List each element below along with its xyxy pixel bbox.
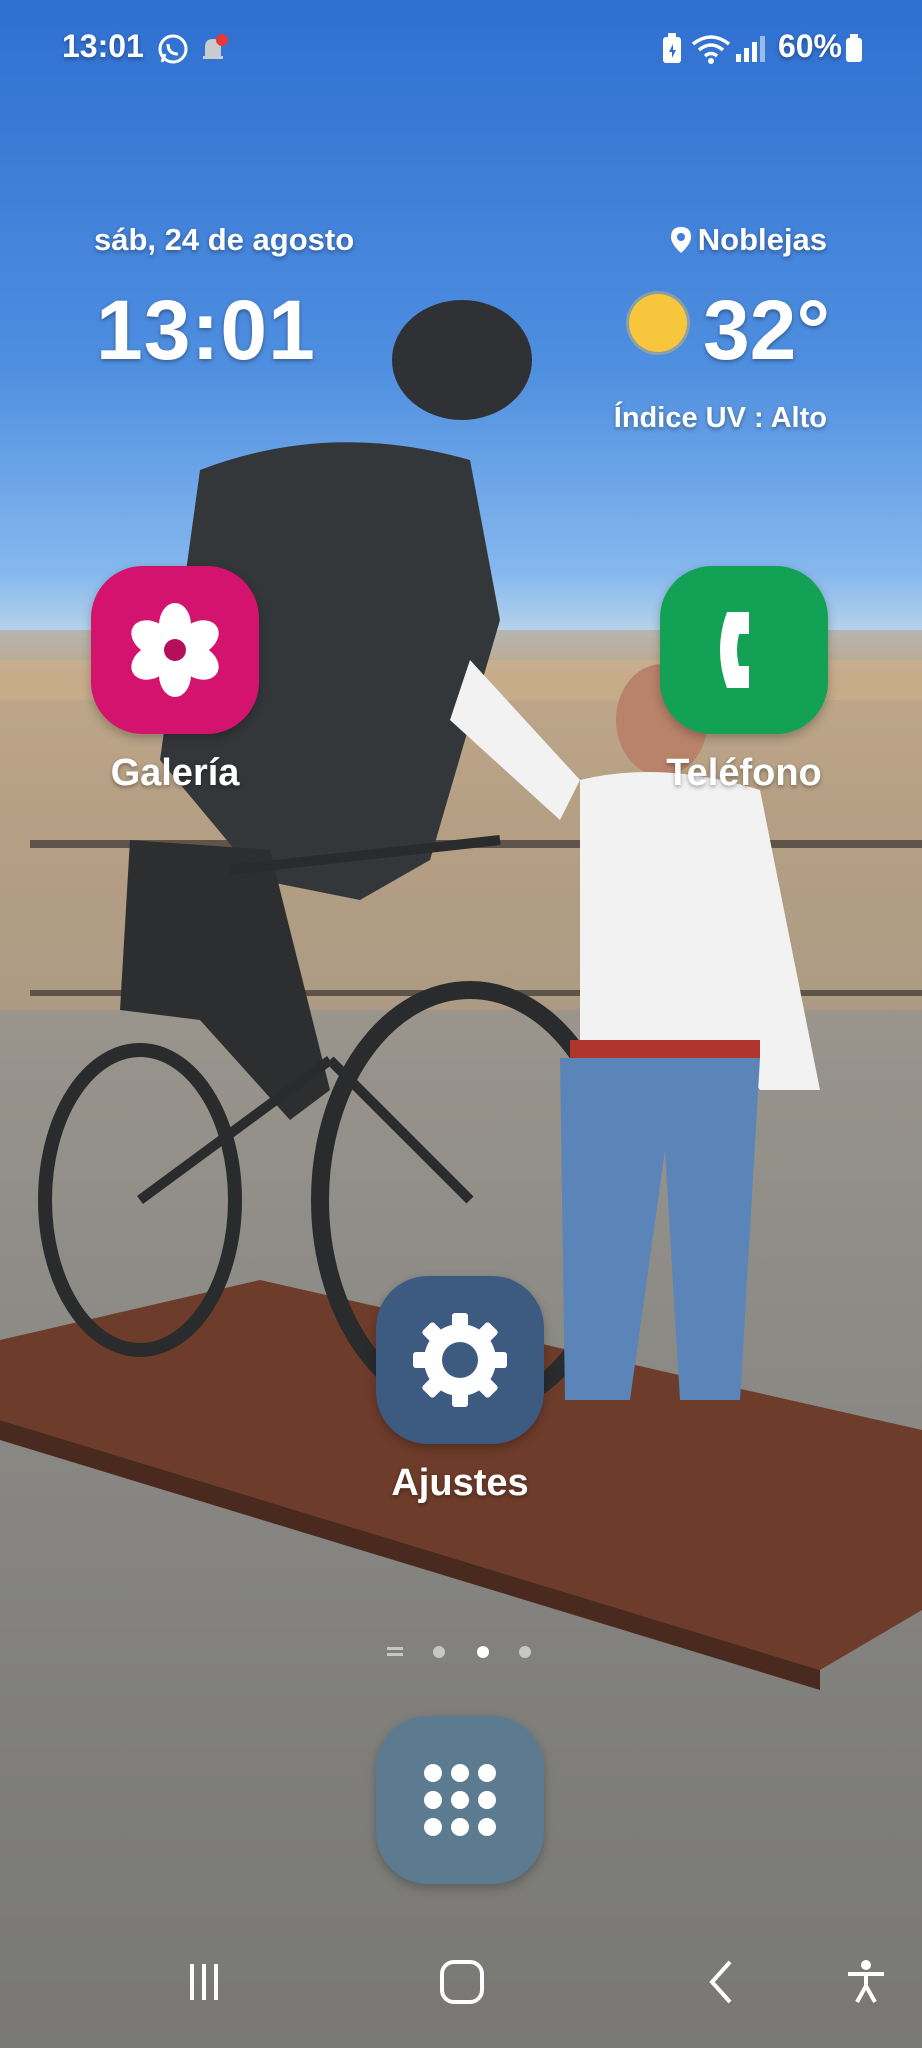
app-settings[interactable]: Ajustes xyxy=(375,1276,545,1505)
status-bar: 13:01 60% xyxy=(0,28,922,72)
app-label-phone: Teléfono xyxy=(666,752,822,794)
widget-clock[interactable]: 13:01 xyxy=(96,282,316,379)
app-drawer-button[interactable] xyxy=(375,1716,545,1884)
page-dot[interactable] xyxy=(433,1646,445,1658)
app-label-settings: Ajustes xyxy=(391,1462,529,1504)
gallery-icon[interactable] xyxy=(91,566,259,734)
battery-icon xyxy=(844,32,864,71)
whatsapp-icon xyxy=(156,32,190,71)
widget-temperature[interactable]: 32° xyxy=(703,282,830,379)
bell-icon xyxy=(196,32,230,71)
widget-date[interactable]: sáb, 24 de agosto xyxy=(94,222,354,258)
battery-saver-icon xyxy=(660,32,684,71)
page-dot-current[interactable] xyxy=(477,1646,489,1658)
settings-icon[interactable] xyxy=(376,1276,544,1444)
app-phone[interactable]: Teléfono xyxy=(659,566,829,795)
signal-icon xyxy=(734,32,766,71)
home-icon[interactable] xyxy=(434,1958,490,2006)
accessibility-icon[interactable] xyxy=(838,1958,894,2006)
battery-percent: 60% xyxy=(777,28,842,64)
app-label-gallery: Galería xyxy=(110,752,240,794)
page-indicator[interactable] xyxy=(385,1642,535,1662)
wifi-icon xyxy=(690,32,732,71)
phone-icon[interactable] xyxy=(660,566,828,734)
widget-uv-index[interactable]: Índice UV : Alto xyxy=(614,402,827,435)
back-icon[interactable] xyxy=(694,1958,750,2006)
status-time: 13:01 xyxy=(62,28,144,64)
widget-location[interactable]: Noblejas xyxy=(670,222,827,262)
app-gallery[interactable]: Galería xyxy=(90,566,260,795)
location-name: Noblejas xyxy=(697,222,827,257)
location-pin-icon xyxy=(670,226,692,262)
recents-icon[interactable] xyxy=(176,1958,232,2006)
navigation-bar xyxy=(0,1950,922,2010)
home-page-lines-icon xyxy=(387,1647,403,1656)
page-dot[interactable] xyxy=(519,1646,531,1658)
app-drawer-icon[interactable] xyxy=(376,1716,544,1884)
sun-icon xyxy=(629,294,687,352)
home-screen: 13:01 60% sáb, 24 de agosto 13:01 Noblej… xyxy=(0,0,922,2048)
